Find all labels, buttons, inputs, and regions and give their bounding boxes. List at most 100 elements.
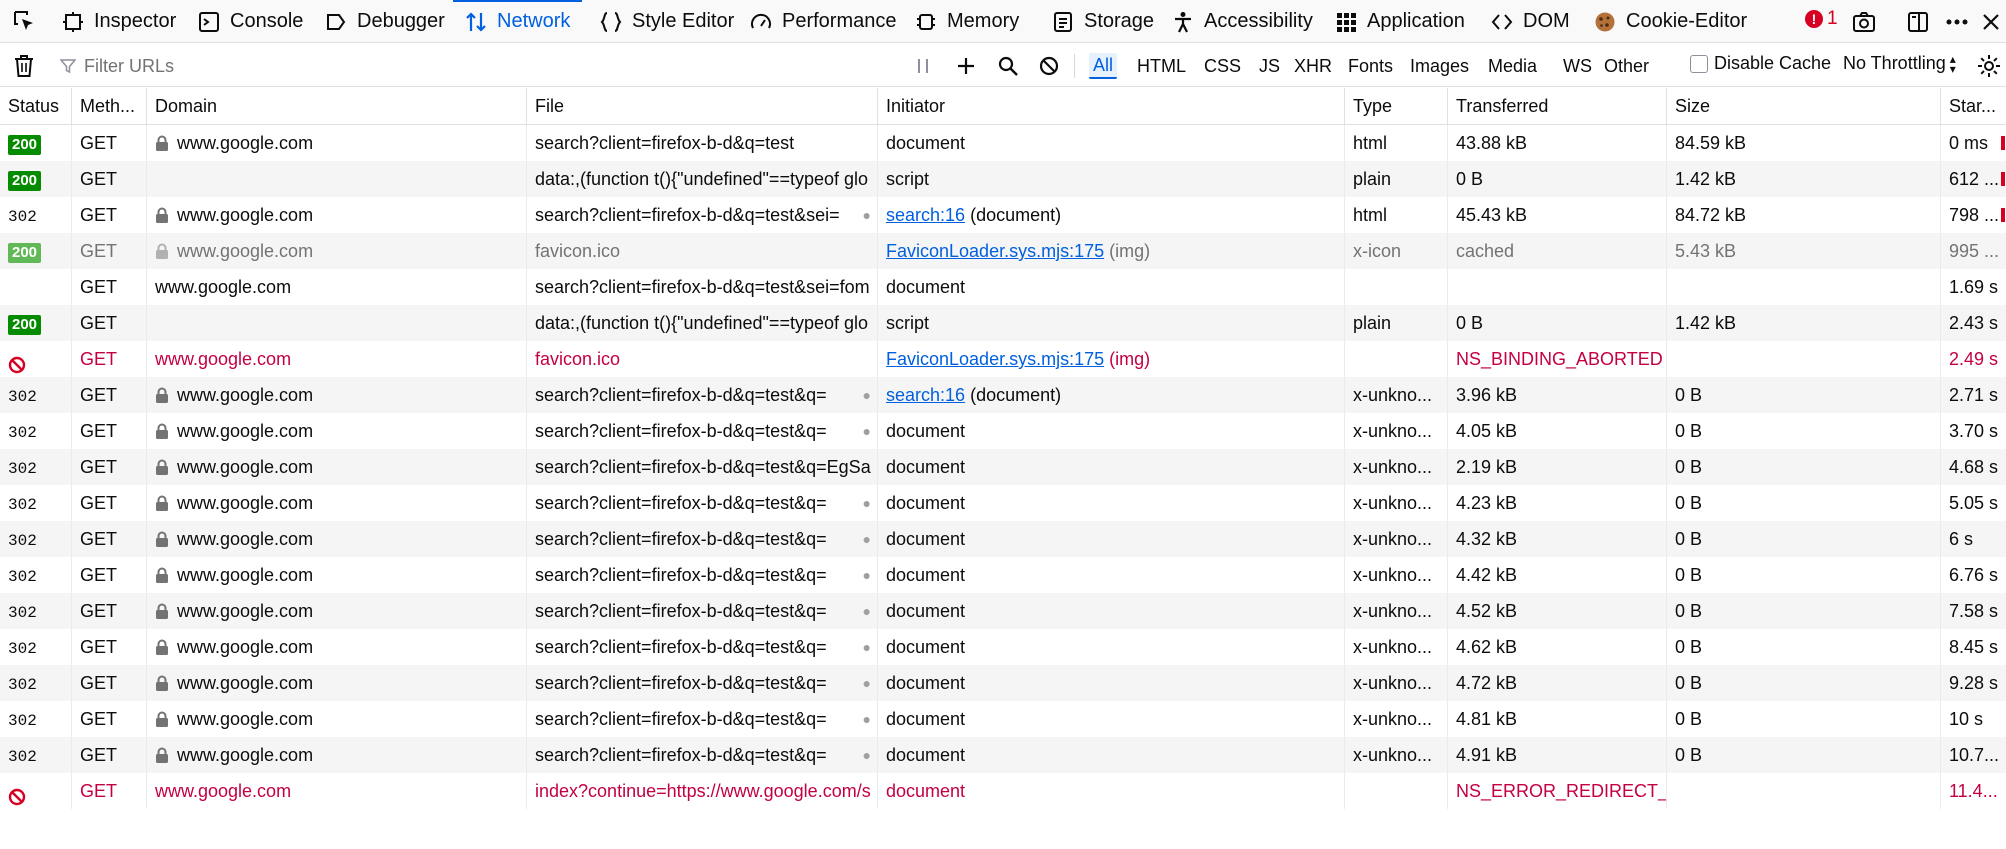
table-row[interactable]: 200 GET www.google.com favicon.ico FaviconLo… [0, 233, 2006, 269]
file-name: search?client=firefox-b-d&q=test&q= [535, 385, 827, 405]
cell-initiator: document [877, 521, 1344, 557]
transferred: 4.62 kB [1456, 637, 1518, 657]
table-row[interactable]: 302 GET www.google.com search?client=firefo… [0, 629, 2006, 665]
tracker-icon: ● [862, 567, 871, 583]
table-row[interactable]: 302 GET www.google.com search?client=firefo… [0, 377, 2006, 413]
column-header-status[interactable]: Status [0, 88, 71, 124]
filter-type-ws[interactable]: WS [1559, 53, 1596, 79]
cell-method: GET [71, 197, 146, 233]
disable-cache-checkbox[interactable] [1690, 54, 1708, 73]
transferred: 3.96 kB [1456, 385, 1518, 405]
filter-type-all[interactable]: All [1089, 53, 1118, 79]
transferred: 0 B [1456, 313, 1484, 333]
console-icon [198, 11, 220, 33]
filter-type-media[interactable]: Media [1484, 53, 1541, 79]
filter-type-images[interactable]: Images [1406, 53, 1473, 79]
filter-type-other[interactable]: Other [1600, 53, 1653, 79]
error-count-badge[interactable]: ! 1 [1805, 8, 1838, 30]
start-time: 10.7... [1949, 745, 2000, 765]
search-icon[interactable] [995, 53, 1021, 79]
tab-style-editor[interactable]: Style Editor [600, 0, 734, 43]
table-row[interactable]: 302 GET www.google.com search?client=firefo… [0, 521, 2006, 557]
cell-domain [146, 305, 526, 341]
table-row[interactable]: 302 GET www.google.com search?client=firefo… [0, 665, 2006, 701]
tab-debugger[interactable]: Debugger [325, 0, 445, 43]
select-arrows-icon: ▴ ▾ [1949, 51, 1956, 76]
size: 0 B [1675, 385, 1703, 405]
tab-console[interactable]: Console [198, 0, 303, 43]
element-picker-icon[interactable] [12, 9, 36, 33]
size: 0 B [1675, 601, 1703, 621]
tab-inspector[interactable]: Inspector [62, 0, 176, 43]
pause-icon[interactable] [910, 53, 936, 79]
filter-type-js[interactable]: JS [1255, 53, 1284, 79]
column-header-domain[interactable]: Domain [146, 88, 526, 124]
disable-cache-toggle[interactable]: Disable Cache [1690, 53, 1831, 74]
initiator-link[interactable]: FaviconLoader.sys.mjs:175 [886, 241, 1104, 261]
table-row[interactable]: 302 GET www.google.com search?client=firefo… [0, 737, 2006, 773]
column-header-initiator[interactable]: Initiator [877, 88, 1344, 124]
table-row[interactable]: 302 GET www.google.com search?client=firefo… [0, 593, 2006, 629]
more-options-icon[interactable] [1945, 10, 1969, 34]
close-icon[interactable] [1979, 10, 2003, 34]
table-row[interactable]: GET www.google.com search?client=firefox-b… [0, 269, 2006, 305]
tab-accessibility[interactable]: Accessibility [1172, 0, 1313, 43]
column-header-type[interactable]: Type [1344, 88, 1447, 124]
table-row[interactable]: 302 GET www.google.com search?client=firefo… [0, 413, 2006, 449]
tab-network[interactable]: Network [452, 0, 583, 43]
block-requests-icon[interactable] [1036, 53, 1062, 79]
filter-type-xhr[interactable]: XHR [1290, 53, 1336, 79]
start-time: 4.68 s [1949, 457, 1999, 477]
throttling-select[interactable]: No Throttling ▴ ▾ [1843, 51, 1956, 76]
table-row[interactable]: 302 GET www.google.com search?client=firefo… [0, 197, 2006, 233]
cell-domain: www.google.com [146, 377, 526, 413]
size: 0 B [1675, 529, 1703, 549]
filter-urls-input[interactable] [82, 52, 876, 80]
add-request-icon[interactable] [953, 53, 979, 79]
column-header-start[interactable]: Star... [1940, 88, 2006, 124]
settings-gear-icon[interactable] [1976, 53, 2002, 79]
cell-initiator: document [877, 125, 1344, 161]
screenshot-icon[interactable] [1852, 10, 1876, 34]
filter-type-fonts[interactable]: Fonts [1344, 53, 1397, 79]
column-header-size[interactable]: Size [1666, 88, 1940, 124]
table-row[interactable]: 200 GET data:,(function t(){"undefined"==t… [0, 161, 2006, 197]
trash-icon[interactable] [11, 53, 37, 79]
filter-type-css[interactable]: CSS [1200, 53, 1245, 79]
column-header-transferred[interactable]: Transferred [1447, 88, 1666, 124]
cell-type: x-unkno... [1344, 377, 1447, 413]
tab-cookie-editor[interactable]: Cookie-Editor [1594, 0, 1747, 43]
table-row[interactable]: 200 GET www.google.com search?client=firefo… [0, 125, 2006, 161]
tab-memory[interactable]: Memory [915, 0, 1019, 43]
cell-transferred: 3.96 kB [1447, 377, 1666, 413]
initiator: script [886, 313, 930, 333]
cell-status: 302 [0, 449, 71, 485]
transferred: 4.05 kB [1456, 421, 1518, 441]
table-row[interactable]: GET www.google.com favicon.ico FaviconLoade… [0, 341, 2006, 377]
column-header-method[interactable]: Meth... [71, 88, 146, 124]
tab-performance[interactable]: Performance [750, 0, 897, 43]
cell-domain: www.google.com [146, 413, 526, 449]
tracker-icon: ● [862, 711, 871, 727]
table-row[interactable]: 200 GET data:,(function t(){"undefined"==t… [0, 305, 2006, 341]
tab-storage[interactable]: Storage [1052, 0, 1154, 43]
file-name: index?continue=https://www.google.com/s [535, 781, 871, 801]
cell-initiator: script [877, 305, 1344, 341]
cell-initiator: FaviconLoader.sys.mjs:175 (img) [877, 341, 1344, 377]
table-row[interactable]: 302 GET www.google.com search?client=firefo… [0, 701, 2006, 737]
domain: www.google.com [177, 241, 314, 261]
table-row[interactable]: GET www.google.com index?continue=https://… [0, 773, 2006, 809]
column-header-file[interactable]: File [526, 88, 877, 124]
initiator-link[interactable]: search:16 [886, 205, 965, 225]
table-row[interactable]: 302 GET www.google.com search?client=firefo… [0, 449, 2006, 485]
transferred: 43.88 kB [1456, 133, 1528, 153]
tab-application[interactable]: Application [1335, 0, 1465, 43]
initiator-link[interactable]: FaviconLoader.sys.mjs:175 [886, 349, 1104, 369]
dock-options-icon[interactable] [1906, 10, 1930, 34]
tab-dom[interactable]: DOM [1491, 0, 1570, 43]
table-row[interactable]: 302 GET www.google.com search?client=firefo… [0, 557, 2006, 593]
table-row[interactable]: 302 GET www.google.com search?client=firefo… [0, 485, 2006, 521]
filter-type-html[interactable]: HTML [1133, 53, 1190, 79]
initiator-link[interactable]: search:16 [886, 385, 965, 405]
cell-file: index?continue=https://www.google.com/s [526, 773, 877, 809]
